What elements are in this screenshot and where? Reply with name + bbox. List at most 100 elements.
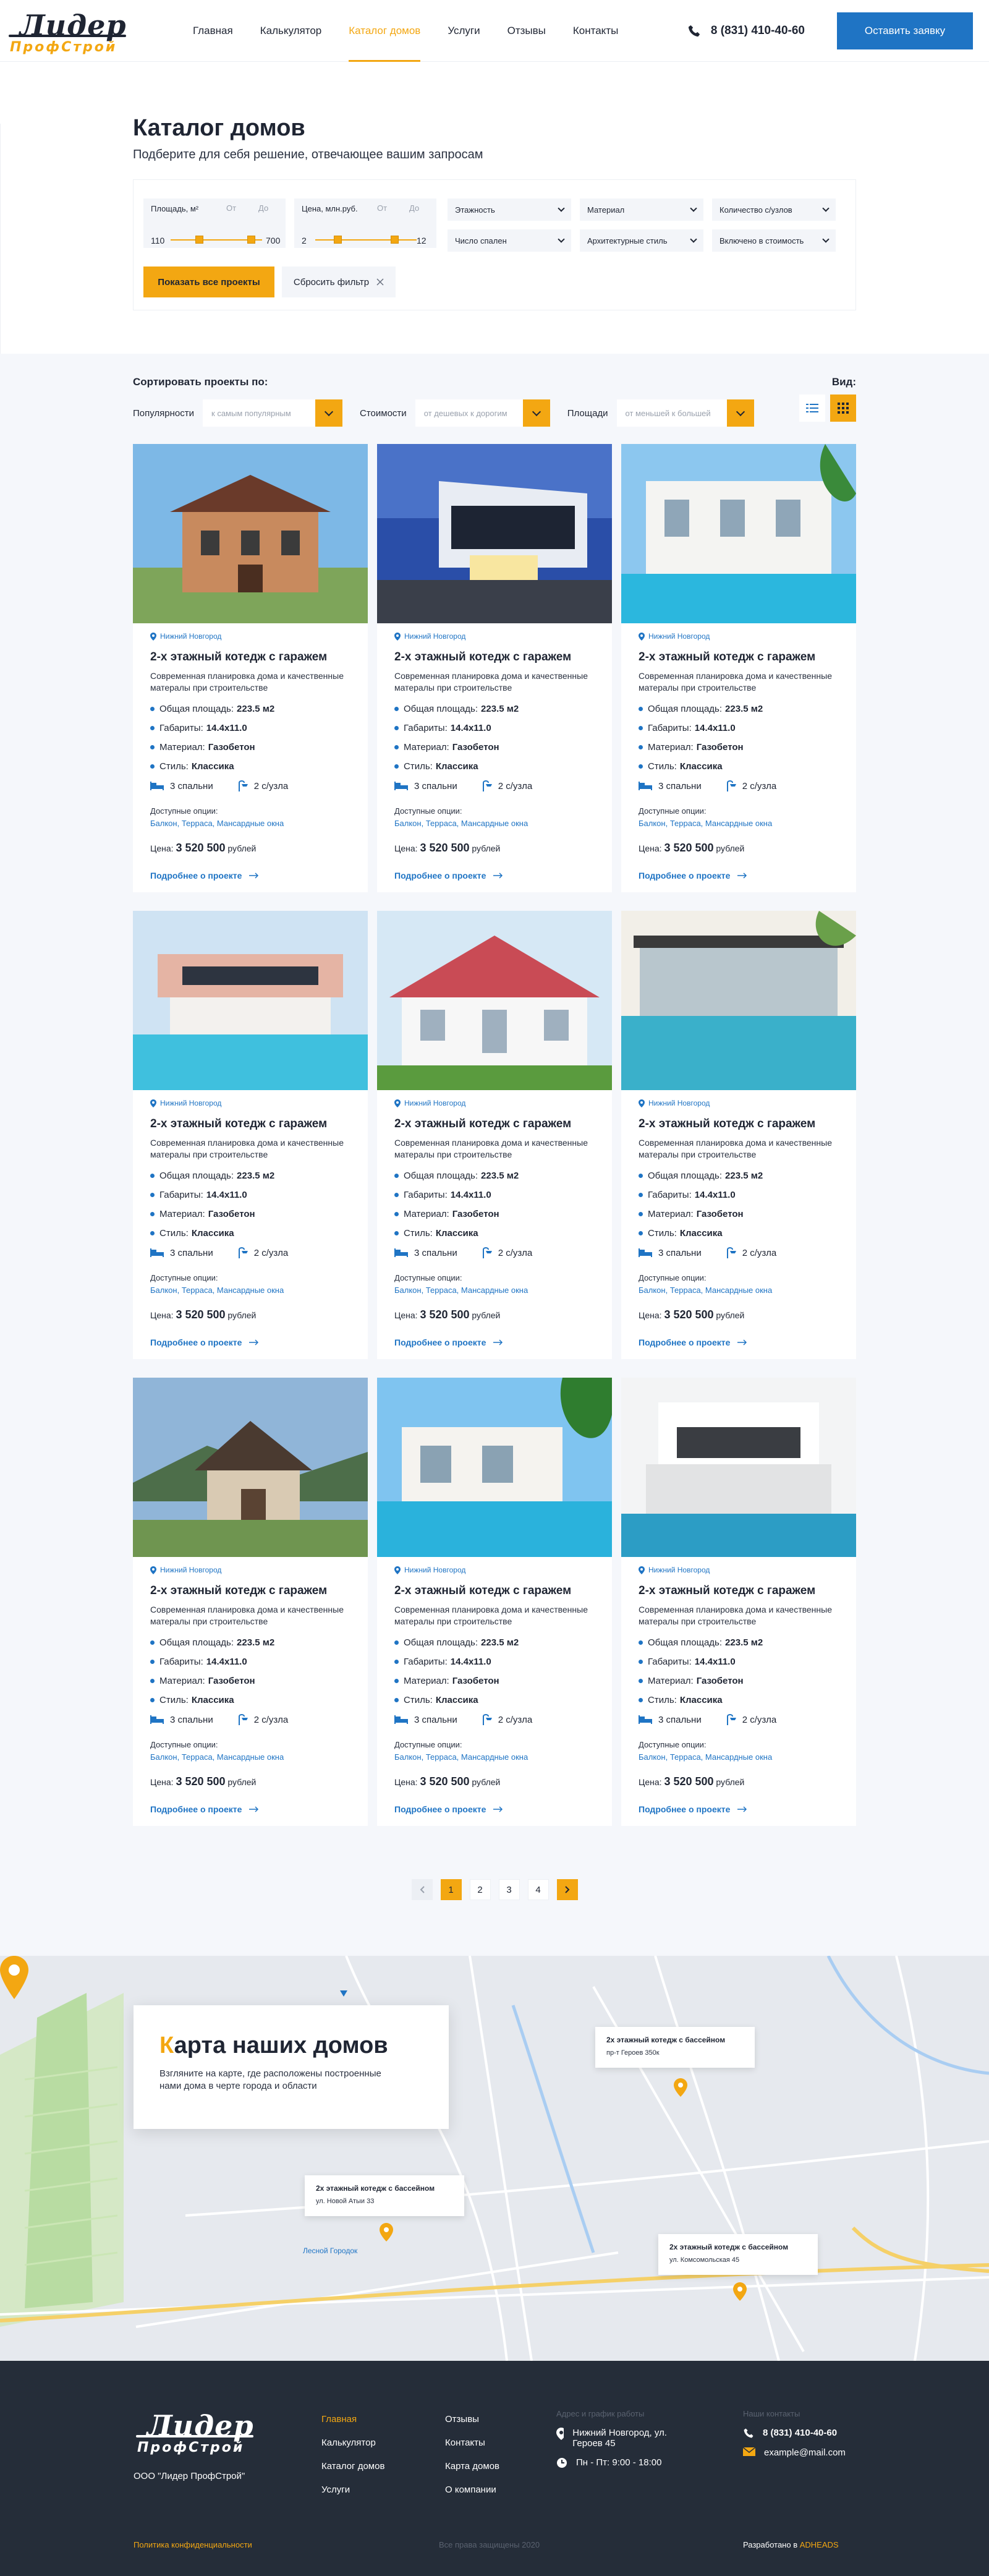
project-details-link[interactable]: Подробнее о проекте (150, 871, 350, 881)
select-included[interactable]: Включено в стоимость (712, 229, 836, 252)
area-thumb-min[interactable] (195, 236, 203, 244)
card-title[interactable]: 2-х этажный котедж с гаражем (639, 650, 839, 664)
project-details-link[interactable]: Подробнее о проекте (150, 1337, 350, 1347)
sort-cost-dropdown[interactable]: от дешевых к дорогим (415, 399, 550, 427)
project-card[interactable]: Нижний Новгород 2-х этажный котедж с гар… (133, 911, 368, 1359)
page-1[interactable]: 1 (440, 1879, 462, 1900)
reset-filter-button[interactable]: Сбросить фильтр (282, 267, 396, 297)
nav-contacts[interactable]: Контакты (559, 0, 632, 62)
nav-services[interactable]: Услуги (434, 0, 493, 62)
project-photo[interactable] (133, 444, 368, 623)
card-title[interactable]: 2-х этажный котедж с гаражем (150, 650, 350, 664)
card-title[interactable]: 2-х этажный котедж с гаражем (150, 1117, 350, 1131)
card-location-text: Нижний Новгород (404, 1099, 466, 1107)
sort-area-dropdown[interactable]: от меньшей к большей (616, 399, 754, 427)
grid-view-button[interactable] (830, 395, 856, 422)
price-range[interactable]: Цена, млн.руб. От До 2 12 (294, 198, 436, 248)
project-details-link[interactable]: Подробнее о проекте (394, 1804, 595, 1814)
card-title[interactable]: 2-х этажный котедж с гаражем (150, 1584, 350, 1598)
project-photo[interactable] (133, 1378, 368, 1557)
project-details-link[interactable]: Подробнее о проекте (639, 1804, 839, 1814)
map-pin-icon[interactable] (380, 2223, 393, 2241)
privacy-policy-link[interactable]: Политика конфиденциальности (134, 2540, 252, 2549)
footer-link-home[interactable]: Главная (321, 2408, 384, 2431)
map-pin-icon[interactable] (733, 2282, 747, 2301)
project-photo[interactable] (621, 911, 856, 1090)
map-popup-1[interactable]: 2х этажный котедж с бассейном пр-т Герое… (595, 2027, 755, 2068)
project-photo[interactable] (377, 444, 612, 623)
footer-email[interactable]: example@mail.com (764, 2447, 846, 2458)
project-photo[interactable] (377, 911, 612, 1090)
bedrooms: 3 спальни (639, 1715, 702, 1725)
select-bedrooms[interactable]: Число спален (448, 229, 571, 252)
project-photo[interactable] (621, 1378, 856, 1557)
price-thumb-max[interactable] (391, 236, 399, 244)
sort-popular-toggle[interactable] (315, 399, 343, 427)
map-popup-3[interactable]: 2х этажный котедж с бассейном ул. Комсом… (658, 2234, 818, 2275)
houses-map[interactable]: Карта наших домов Взгляните на карте, гд… (0, 1956, 989, 2361)
project-card[interactable]: Нижний Новгород 2-х этажный котедж с гар… (377, 911, 612, 1359)
select-floors[interactable]: Этажность (448, 198, 571, 221)
bed-icon (639, 782, 652, 790)
footer-link-map[interactable]: Карта домов (445, 2455, 499, 2478)
footer-link-reviews[interactable]: Отзывы (445, 2408, 499, 2431)
area-range[interactable]: Площадь, м² От До 110 700 (143, 198, 286, 248)
footer-phone[interactable]: 8 (831) 410-40-60 (763, 2428, 837, 2438)
page-3[interactable]: 3 (498, 1879, 520, 1900)
project-details-link[interactable]: Подробнее о проекте (639, 1337, 839, 1347)
project-photo[interactable] (377, 1378, 612, 1557)
prev-page-button[interactable] (411, 1879, 433, 1900)
leave-request-button[interactable]: Оставить заявку (837, 12, 973, 49)
project-card[interactable]: Нижний Новгород 2-х этажный котедж с гар… (133, 1378, 368, 1826)
nav-calculator[interactable]: Калькулятор (247, 0, 336, 62)
sort-popular-dropdown[interactable]: к самым популярным (203, 399, 343, 427)
house-illustration (133, 444, 368, 623)
developer-name[interactable]: ADHEADS (800, 2540, 839, 2549)
project-card[interactable]: Нижний Новгород 2-х этажный котедж с гар… (621, 911, 856, 1359)
card-title[interactable]: 2-х этажный котедж с гаражем (394, 650, 595, 664)
footer-link-calculator[interactable]: Калькулятор (321, 2431, 384, 2455)
footer-logo[interactable]: Лидер ПрофСтрой (134, 2405, 257, 2457)
map-popup-2[interactable]: 2х этажный котедж с бассейном ул. Новой … (305, 2175, 464, 2216)
sort-area-toggle[interactable] (726, 399, 754, 427)
card-location: Нижний Новгород (639, 1099, 839, 1107)
page-4[interactable]: 4 (527, 1879, 549, 1900)
footer-link-contacts[interactable]: Контакты (445, 2431, 499, 2455)
footer-link-about[interactable]: О компании (445, 2478, 499, 2502)
project-card[interactable]: Нижний Новгород 2-х этажный котедж с гар… (377, 444, 612, 892)
footer-link-catalog[interactable]: Каталог домов (321, 2455, 384, 2478)
next-page-button[interactable] (556, 1879, 578, 1900)
project-photo[interactable] (133, 911, 368, 1090)
list-view-button[interactable] (799, 395, 825, 422)
select-bedrooms-label: Число спален (455, 236, 507, 245)
sort-cost-toggle[interactable] (522, 399, 550, 427)
project-details-link[interactable]: Подробнее о проекте (394, 871, 595, 881)
nav-home[interactable]: Главная (179, 0, 247, 62)
project-card[interactable]: Нижний Новгород 2-х этажный котедж с гар… (621, 444, 856, 892)
logo[interactable]: Лидер ПрофСтрой (6, 5, 130, 57)
header-phone[interactable]: 8 (831) 410-40-60 (687, 24, 805, 38)
card-title[interactable]: 2-х этажный котедж с гаражем (639, 1117, 839, 1131)
card-title[interactable]: 2-х этажный котедж с гаражем (394, 1117, 595, 1131)
project-card[interactable]: Нижний Новгород 2-х этажный котедж с гар… (133, 444, 368, 892)
price-thumb-min[interactable] (334, 236, 342, 244)
project-details-link[interactable]: Подробнее о проекте (150, 1804, 350, 1814)
show-all-button[interactable]: Показать все проекты (143, 267, 274, 297)
project-photo[interactable] (621, 444, 856, 623)
project-details-link[interactable]: Подробнее о проекте (639, 871, 839, 881)
select-material[interactable]: Материал (580, 198, 703, 221)
project-details-link[interactable]: Подробнее о проекте (394, 1337, 595, 1347)
nav-reviews[interactable]: Отзывы (494, 0, 559, 62)
area-thumb-max[interactable] (247, 236, 255, 244)
footer-link-services[interactable]: Услуги (321, 2478, 384, 2502)
page-2[interactable]: 2 (469, 1879, 491, 1900)
project-card[interactable]: Нижний Новгород 2-х этажный котедж с гар… (377, 1378, 612, 1826)
nav-catalog[interactable]: Каталог домов (335, 0, 434, 62)
select-style[interactable]: Архитектурные стиль (580, 229, 703, 252)
map-pin-icon[interactable] (674, 2078, 687, 2097)
price-value: 3 520 500 (420, 842, 470, 854)
card-title[interactable]: 2-х этажный котедж с гаражем (394, 1584, 595, 1598)
select-bathrooms[interactable]: Количество с/узлов (712, 198, 836, 221)
card-title[interactable]: 2-х этажный котедж с гаражем (639, 1584, 839, 1598)
project-card[interactable]: Нижний Новгород 2-х этажный котедж с гар… (621, 1378, 856, 1826)
